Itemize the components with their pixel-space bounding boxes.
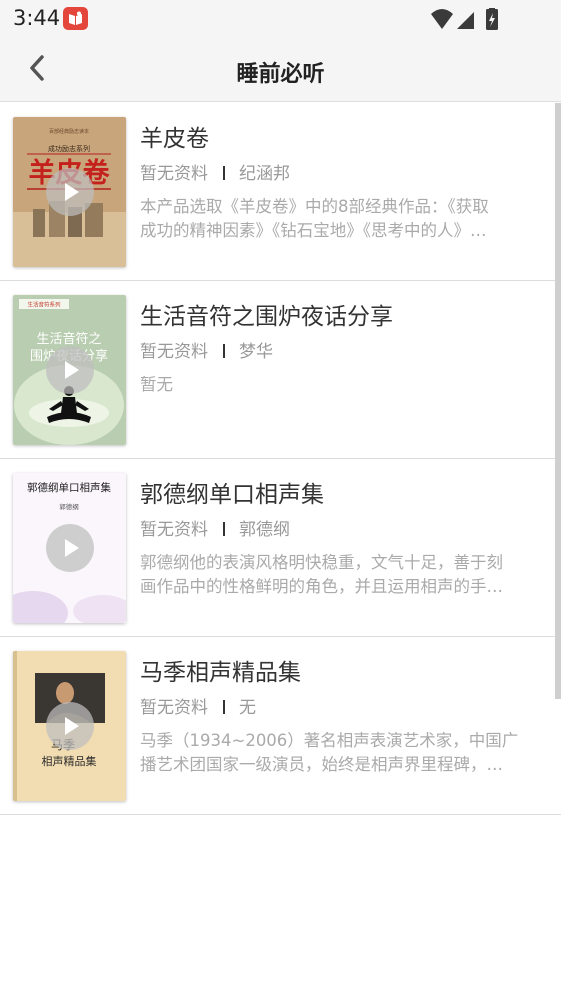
cover-image[interactable]: 郭德纲单口相声集 郭德纲 — [13, 473, 126, 623]
item-info: 暂无资料 — [140, 164, 208, 184]
item-meta: 暂无资料 郭德纲 — [140, 515, 290, 540]
list-item[interactable]: 生活音符系列 生活音符之 围炉夜话分享 生活音符之围炉夜话分享 暂无资料 梦华 暂… — [0, 281, 561, 459]
item-author: 无 — [239, 698, 256, 718]
item-description: 暂无 — [140, 373, 538, 397]
item-author: 梦华 — [239, 342, 273, 362]
play-icon[interactable] — [46, 346, 94, 394]
status-time: 3:44 — [13, 6, 61, 30]
meta-divider — [223, 700, 225, 714]
item-meta: 暂无资料 纪涵邦 — [140, 159, 290, 184]
cover-image[interactable]: 百部经典励志读本 成功励志系列 羊皮卷 — [13, 117, 126, 267]
desc-line: 本产品选取《羊皮卷》中的8部经典作品：《获取 — [140, 197, 489, 216]
meta-divider — [223, 166, 225, 180]
desc-line: 画作品中的性格鲜明的角色，并且运用相声的手… — [140, 577, 503, 596]
svg-text:百部经典励志读本: 百部经典励志读本 — [49, 128, 89, 135]
item-info: 暂无资料 — [140, 342, 208, 362]
list-item[interactable]: 百部经典励志读本 成功励志系列 羊皮卷 羊皮卷 暂无资料 纪涵邦 本产品选取《羊皮… — [0, 103, 561, 281]
svg-text:成功励志系列: 成功励志系列 — [48, 144, 90, 153]
item-description: 郭德纲他的表演风格明快稳重，文气十足，善于刻 画作品中的性格鲜明的角色，并且运用… — [140, 551, 538, 599]
list-item[interactable]: 郭德纲单口相声集 郭德纲 郭德纲单口相声集 暂无资料 郭德纲 郭德纲他的表演风格明… — [0, 459, 561, 637]
desc-line: 暂无 — [140, 375, 173, 394]
cellular-signal-icon — [457, 12, 474, 29]
item-info: 暂无资料 — [140, 520, 208, 540]
item-meta: 暂无资料 无 — [140, 693, 256, 718]
item-info: 暂无资料 — [140, 698, 208, 718]
desc-line: 成功的精神因素》《钻石宝地》《思考中的人》… — [140, 221, 487, 240]
scrollbar[interactable] — [555, 103, 561, 699]
meta-divider — [223, 344, 225, 358]
meta-divider — [223, 522, 225, 536]
item-meta: 暂无资料 梦华 — [140, 337, 273, 362]
item-title: 郭德纲单口相声集 — [140, 482, 324, 508]
item-description: 本产品选取《羊皮卷》中的8部经典作品：《获取 成功的精神因素》《钻石宝地》《思考… — [140, 195, 538, 243]
play-icon[interactable] — [46, 702, 94, 750]
audio-list: 百部经典励志读本 成功励志系列 羊皮卷 羊皮卷 暂无资料 纪涵邦 本产品选取《羊皮… — [0, 103, 561, 815]
cover-image[interactable]: 马季 相声精品集 — [13, 651, 126, 801]
status-bar: 3:44 — [0, 0, 561, 40]
item-author: 纪涵邦 — [239, 164, 290, 184]
svg-text:生活音符之: 生活音符之 — [36, 331, 101, 347]
play-icon[interactable] — [46, 168, 94, 216]
desc-line: 播艺术团国家一级演员，始终是相声界里程碑，… — [140, 755, 503, 774]
item-title: 马季相声精品集 — [140, 660, 301, 686]
svg-text:生活音符系列: 生活音符系列 — [27, 301, 61, 309]
cover-image[interactable]: 生活音符系列 生活音符之 围炉夜话分享 — [13, 295, 126, 445]
page-title: 睡前必听 — [236, 62, 325, 87]
status-icons — [431, 8, 498, 30]
wifi-icon — [431, 9, 453, 29]
play-icon[interactable] — [46, 524, 94, 572]
battery-charging-icon — [486, 8, 498, 30]
svg-text:相声精品集: 相声精品集 — [42, 754, 97, 768]
desc-line: 郭德纲他的表演风格明快稳重，文气十足，善于刻 — [140, 553, 503, 572]
item-description: 马季（1934~2006）著名相声表演艺术家，中国广 播艺术团国家一级演员，始终… — [140, 729, 538, 777]
list-item[interactable]: 马季 相声精品集 马季相声精品集 暂无资料 无 马季（1934~2006）著名相声… — [0, 637, 561, 815]
item-title: 羊皮卷 — [140, 126, 209, 152]
item-author: 郭德纲 — [239, 520, 290, 540]
title-bar: 睡前必听 — [0, 40, 561, 102]
app-notification-icon — [63, 7, 88, 30]
item-title: 生活音符之围炉夜话分享 — [140, 304, 393, 330]
desc-line: 马季（1934~2006）著名相声表演艺术家，中国广 — [140, 731, 519, 750]
svg-text:郭德纲: 郭德纲 — [59, 502, 79, 511]
svg-text:郭德纲单口相声集: 郭德纲单口相声集 — [27, 481, 111, 494]
